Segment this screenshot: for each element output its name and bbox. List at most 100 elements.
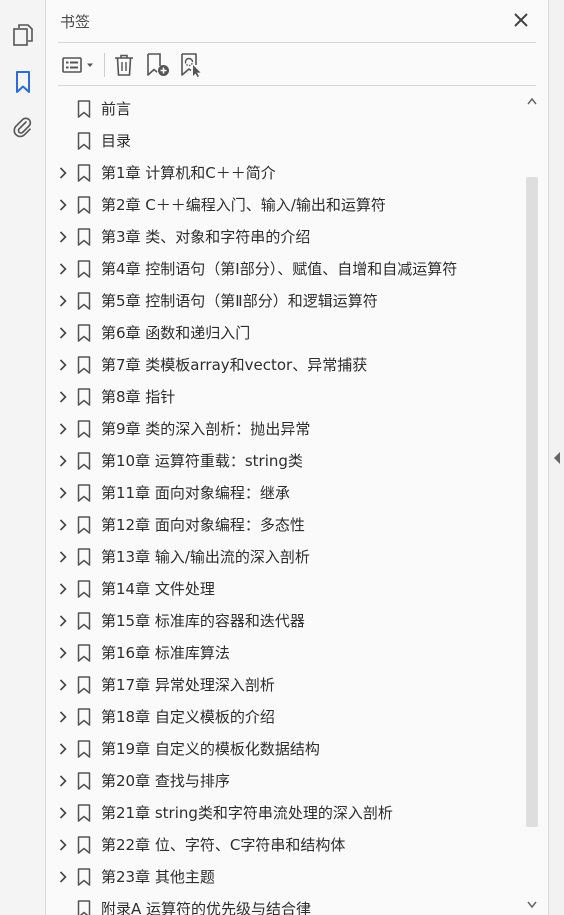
bookmark-item[interactable]: 第12章 面向对象编程：多态性 <box>46 509 524 541</box>
chevron-right-icon[interactable] <box>56 518 70 532</box>
chevron-right-icon[interactable] <box>56 486 70 500</box>
delete-bookmark-button[interactable] <box>111 51 137 79</box>
bookmark-item[interactable]: 第22章 位、字符、C字符串和结构体 <box>46 829 524 861</box>
chevron-right-icon[interactable] <box>56 390 70 404</box>
chevron-right-icon[interactable] <box>56 198 70 212</box>
chevron-right-icon[interactable] <box>56 422 70 436</box>
bookmark-item[interactable]: 附录A 运算符的优先级与结合律 <box>46 893 524 915</box>
bookmark-item[interactable]: 第20章 查找与排序 <box>46 765 524 797</box>
toolbar-separator <box>104 53 105 77</box>
bookmark-label: 第6章 函数和递归入门 <box>101 324 251 342</box>
bookmark-item[interactable]: 目录 <box>46 125 524 157</box>
bookmark-icon <box>77 676 91 694</box>
bookmark-icon <box>77 804 91 822</box>
bookmarks-toolbar <box>58 44 536 86</box>
chevron-right-icon[interactable] <box>56 838 70 852</box>
delete-icon <box>115 54 133 76</box>
bookmark-icon <box>77 548 91 566</box>
bookmark-icon <box>77 324 91 342</box>
chevron-right-icon[interactable] <box>56 454 70 468</box>
close-panel-button[interactable] <box>510 9 532 31</box>
bookmark-icon <box>77 100 91 118</box>
right-panel-edge <box>548 0 564 915</box>
bookmark-item[interactable]: 第3章 类、对象和字符串的介绍 <box>46 221 524 253</box>
chevron-right-icon[interactable] <box>56 614 70 628</box>
bookmark-label: 目录 <box>101 132 132 150</box>
bookmark-label: 第23章 其他主题 <box>101 868 215 886</box>
bookmark-label: 第13章 输入/输出流的深入剖析 <box>101 548 310 566</box>
bookmark-label: 第7章 类模板array和vector、异常捕获 <box>101 356 368 374</box>
chevron-right-icon[interactable] <box>56 678 70 692</box>
bookmark-item[interactable]: 第5章 控制语句（第Ⅱ部分）和逻辑运算符 <box>46 285 524 317</box>
chevron-right-icon[interactable] <box>56 806 70 820</box>
chevron-right-icon[interactable] <box>56 550 70 564</box>
bookmark-item[interactable]: 第10章 运算符重载：string类 <box>46 445 524 477</box>
bookmark-label: 第18章 自定义模板的介绍 <box>101 708 275 726</box>
bookmark-label: 第19章 自定义的模板化数据结构 <box>101 740 320 758</box>
bookmark-label: 前言 <box>101 100 132 118</box>
bookmark-item[interactable]: 第23章 其他主题 <box>46 861 524 893</box>
bookmark-icon <box>77 772 91 790</box>
bookmark-item[interactable]: 第15章 标准库的容器和迭代器 <box>46 605 524 637</box>
chevron-right-icon[interactable] <box>56 870 70 884</box>
bookmark-item[interactable]: 第13章 输入/输出流的深入剖析 <box>46 541 524 573</box>
chevron-right-icon[interactable] <box>56 294 70 308</box>
options-menu-button[interactable] <box>60 51 98 79</box>
scrollbar-thumb[interactable] <box>526 177 538 827</box>
bookmark-item[interactable]: 第7章 类模板array和vector、异常捕获 <box>46 349 524 381</box>
bookmark-item[interactable]: 第19章 自定义的模板化数据结构 <box>46 733 524 765</box>
vertical-scrollbar[interactable] <box>524 93 540 915</box>
bookmark-item[interactable]: 第4章 控制语句（第Ⅰ部分）、赋值、自增和自减运算符 <box>46 253 524 285</box>
bookmark-item[interactable]: 第14章 文件处理 <box>46 573 524 605</box>
bookmark-label: 第3章 类、对象和字符串的介绍 <box>101 228 311 246</box>
bookmark-item[interactable]: 第17章 异常处理深入剖析 <box>46 669 524 701</box>
collapse-panel-icon[interactable] <box>553 452 561 464</box>
bookmark-icon <box>77 388 91 406</box>
bookmark-from-selection-button[interactable] <box>178 51 206 79</box>
bookmark-item[interactable]: 第18章 自定义模板的介绍 <box>46 701 524 733</box>
attachments-icon <box>13 117 32 138</box>
bookmark-label: 第14章 文件处理 <box>101 580 215 598</box>
chevron-right-icon[interactable] <box>56 774 70 788</box>
chevron-right-icon[interactable] <box>56 262 70 276</box>
bookmark-icon <box>77 196 91 214</box>
bookmark-icon <box>77 580 91 598</box>
scroll-up-icon[interactable] <box>527 97 537 105</box>
bookmark-item[interactable]: 第8章 指针 <box>46 381 524 413</box>
bookmark-item[interactable]: 第9章 类的深入剖析：抛出异常 <box>46 413 524 445</box>
bookmark-icon <box>77 644 91 662</box>
attachments-button[interactable] <box>7 112 39 144</box>
chevron-right-icon[interactable] <box>56 710 70 724</box>
bookmarks-icon <box>16 71 30 93</box>
bookmark-item[interactable]: 第2章 C＋＋编程入门、输入/输出和运算符 <box>46 189 524 221</box>
chevron-right-icon[interactable] <box>56 646 70 660</box>
left-navigation-rail <box>0 0 46 915</box>
chevron-right-icon[interactable] <box>56 230 70 244</box>
bookmark-item[interactable]: 前言 <box>46 93 524 125</box>
bookmark-item[interactable]: 第11章 面向对象编程：继承 <box>46 477 524 509</box>
bookmarks-panel: 书签 前言 目录 第1章 计算机和C＋＋简介 第2章 C＋＋编程入门、输入/输出… <box>46 0 548 915</box>
bookmarks-button[interactable] <box>7 66 39 98</box>
panel-header: 书签 <box>58 0 536 43</box>
chevron-right-icon[interactable] <box>56 742 70 756</box>
bookmark-icon <box>77 740 91 758</box>
new-bookmark-icon <box>147 53 169 76</box>
bookmark-item[interactable]: 第16章 标准库算法 <box>46 637 524 669</box>
pages-button[interactable] <box>7 19 39 51</box>
bookmark-item[interactable]: 第6章 函数和递归入门 <box>46 317 524 349</box>
bookmark-label: 第16章 标准库算法 <box>101 644 230 662</box>
new-bookmark-button[interactable] <box>144 51 172 79</box>
bookmark-item[interactable]: 第1章 计算机和C＋＋简介 <box>46 157 524 189</box>
chevron-right-icon[interactable] <box>56 326 70 340</box>
bookmark-icon <box>77 420 91 438</box>
bookmark-item[interactable]: 第21章 string类和字符串流处理的深入剖析 <box>46 797 524 829</box>
chevron-right-icon[interactable] <box>56 358 70 372</box>
bookmark-label: 第17章 异常处理深入剖析 <box>101 676 275 694</box>
options-menu-icon <box>62 57 93 73</box>
pages-icon <box>13 24 33 46</box>
bookmark-icon <box>77 900 91 915</box>
chevron-right-icon[interactable] <box>56 166 70 180</box>
scroll-down-icon[interactable] <box>527 901 537 909</box>
bookmark-label: 第5章 控制语句（第Ⅱ部分）和逻辑运算符 <box>101 292 378 310</box>
chevron-right-icon[interactable] <box>56 582 70 596</box>
